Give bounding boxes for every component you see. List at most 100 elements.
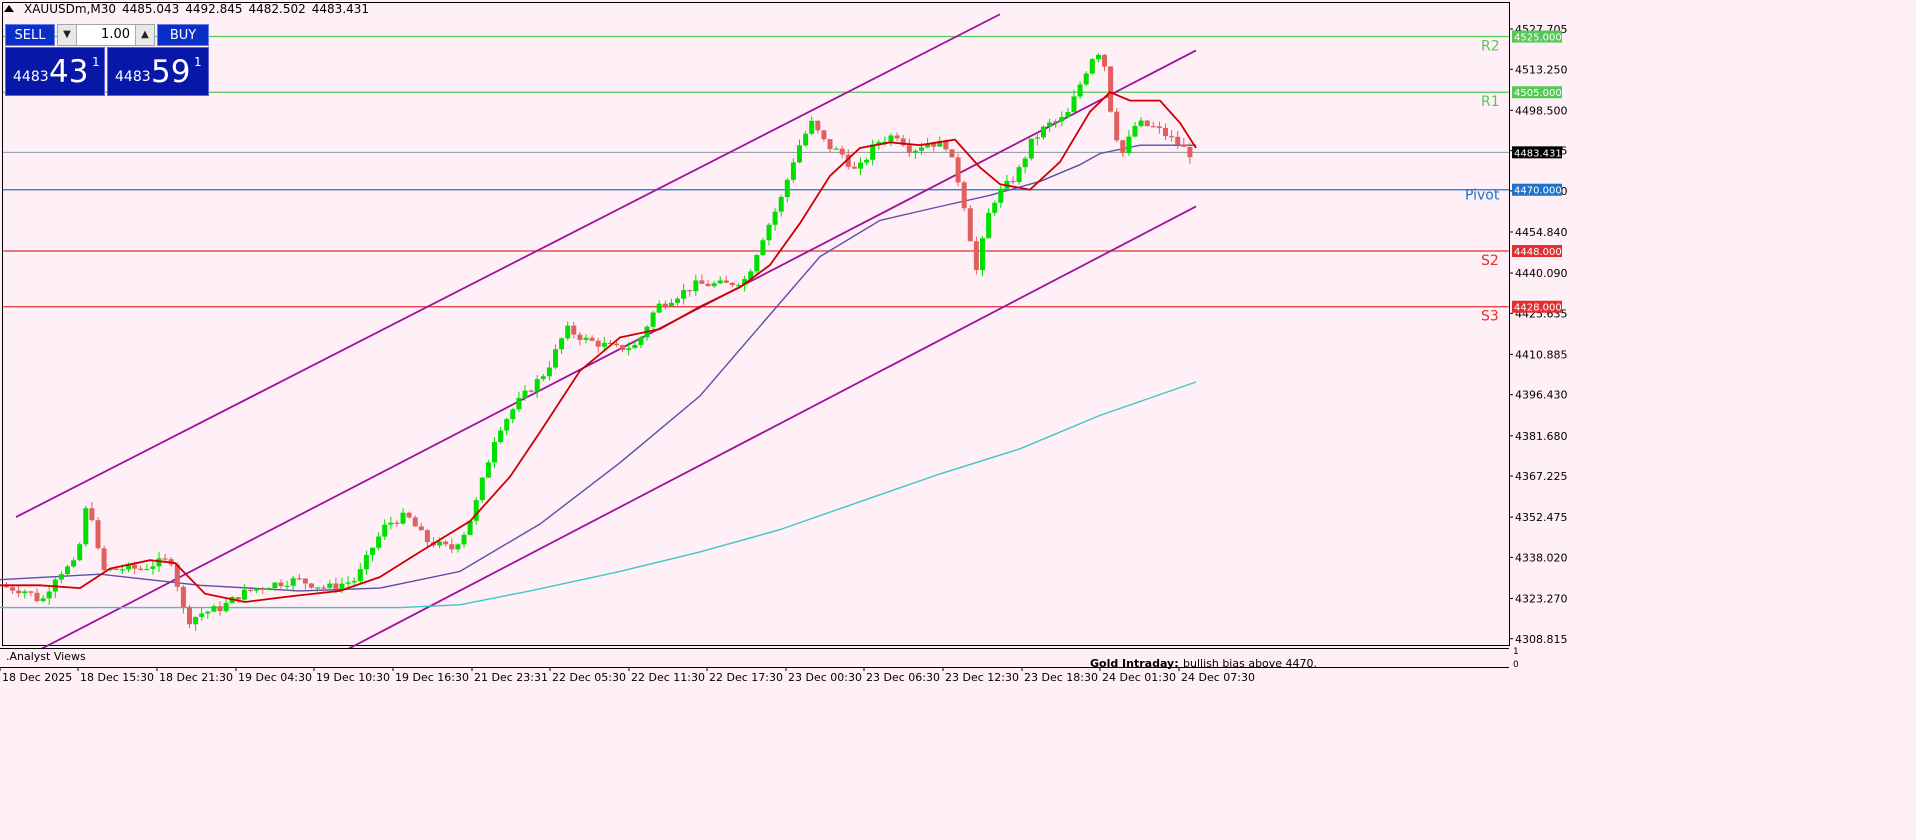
candle-bull (1089, 59, 1095, 74)
candle-bull (790, 162, 796, 180)
lot-increase-icon[interactable]: ▲ (135, 25, 154, 45)
lot-size-field[interactable]: ▼ 1.00 ▲ (57, 24, 155, 46)
candle-bear (1108, 66, 1114, 112)
price-chart[interactable]: 4527.7054513.2504498.5004484.0454469.590… (0, 0, 1916, 648)
candle-bull (540, 376, 546, 380)
candle-bull (58, 574, 64, 580)
candle-bear (528, 390, 534, 392)
candle-bear (406, 512, 412, 518)
level-price-label: 4428.000 (1514, 303, 1562, 314)
candle-bear (162, 558, 168, 560)
candle-bull (1047, 122, 1053, 127)
candle-bear (443, 541, 449, 545)
candle-bull (144, 568, 150, 571)
candle-bull (992, 202, 998, 213)
candle-bull (479, 477, 485, 501)
current-price-label: 4483.431 (1514, 148, 1562, 159)
candle-bear (1144, 120, 1150, 127)
candle-bear (132, 564, 138, 569)
candle-bull (1053, 121, 1059, 123)
x-tick-label: 22 Dec 05:30 (552, 671, 626, 684)
candle-bull (363, 554, 369, 570)
candle-bull (760, 240, 766, 256)
candle-bull (864, 159, 870, 163)
candle-bull (888, 135, 894, 142)
candle-bull (119, 569, 125, 571)
x-tick-label: 22 Dec 11:30 (631, 671, 705, 684)
candle-bull (199, 613, 205, 617)
candle-bull (455, 544, 461, 550)
candle-bear (424, 530, 430, 543)
candle-bear (95, 520, 101, 549)
time-axis[interactable]: 18 Dec 2025 18 Dec 15:30 18 Dec 21:30 19 De… (0, 667, 1916, 687)
candle-bull (71, 560, 77, 567)
candle-bull (516, 398, 522, 410)
candle-bear (723, 280, 729, 283)
lot-decrease-icon[interactable]: ▼ (58, 25, 77, 45)
ask-price-prefix: 4483 (115, 69, 151, 85)
candle-bull (193, 616, 199, 625)
candle-bull (772, 211, 778, 225)
candle-bull (65, 566, 70, 575)
candle-bull (223, 602, 229, 612)
bid-price-button[interactable]: 4483 43 1 (5, 47, 105, 96)
candle-bull (437, 541, 443, 546)
candle-bull (522, 390, 528, 399)
candle-bear (1181, 144, 1187, 147)
candle-bear (961, 182, 967, 209)
candle-bear (815, 120, 821, 131)
candle-bull (693, 280, 699, 292)
candle-bull (565, 325, 571, 339)
candle-bull (809, 120, 815, 134)
candle-bull (1034, 137, 1040, 139)
candle-bull (156, 558, 162, 567)
ask-price-button[interactable]: 4483 59 1 (107, 47, 209, 96)
x-tick-label: 18 Dec 2025 (2, 671, 72, 684)
x-tick-label: 19 Dec 10:30 (316, 671, 390, 684)
candle-bull (717, 280, 723, 284)
moving-average-mid (0, 144, 1196, 592)
candle-bull (40, 598, 46, 602)
candle-bear (180, 586, 186, 608)
candle-bull (986, 212, 992, 239)
symbol-header: XAUUSDm,M30 4485.043 4492.845 4482.502 4483.… (4, 2, 369, 16)
candle-bull (345, 582, 351, 584)
candle-bull (858, 162, 863, 169)
candle-bull (290, 578, 296, 586)
candle-bull (1028, 138, 1034, 159)
candle-bear (449, 544, 455, 550)
candle-bear (138, 568, 144, 570)
candle-bull (400, 512, 406, 524)
candle-bear (1120, 140, 1126, 154)
indicator-subwindow[interactable]: .Analyst Views Gold Intraday: bullish bi… (0, 648, 1509, 670)
candle-bull (83, 508, 89, 545)
x-tick-label: 23 Dec 00:30 (788, 671, 862, 684)
candle-bull (912, 150, 918, 153)
candle-bull (632, 344, 638, 349)
candle-bull (485, 462, 491, 478)
channel-trendline[interactable] (35, 49, 1197, 648)
candle-bear (620, 345, 626, 350)
sell-button[interactable]: SELL (5, 24, 55, 46)
bid-price-point: 1 (92, 55, 100, 69)
candle-bear (827, 139, 833, 150)
candle-bull (376, 536, 382, 548)
candle-bull (504, 419, 510, 431)
candle-bull (315, 587, 321, 589)
bid-price-prefix: 4483 (13, 69, 49, 85)
candle-bear (955, 157, 961, 183)
y-tick-label: 4396.430 (1515, 389, 1568, 402)
candle-bull (351, 581, 357, 583)
y-tick-label: 4308.815 (1515, 633, 1568, 646)
collapse-triangle-icon[interactable] (4, 5, 14, 12)
level-price-label: 4505.000 (1514, 88, 1562, 99)
candle-bull (1126, 136, 1132, 154)
y-tick-label: 4498.500 (1515, 104, 1568, 117)
candle-bear (418, 526, 424, 531)
buy-button[interactable]: BUY (157, 24, 209, 46)
lot-size-value[interactable]: 1.00 (78, 25, 134, 45)
level-name-r2: R2 (1481, 39, 1500, 55)
x-tick-label: 23 Dec 12:30 (945, 671, 1019, 684)
candle-bull (919, 147, 924, 151)
plot-frame (2, 2, 1510, 646)
